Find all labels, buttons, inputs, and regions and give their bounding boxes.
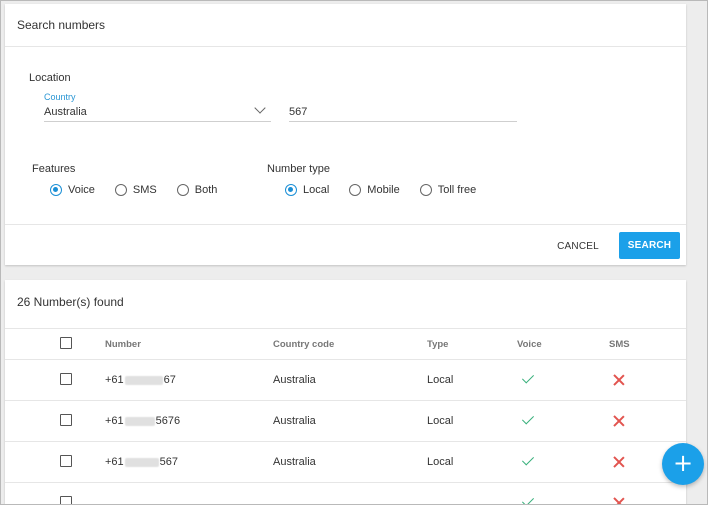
- radio-label: Both: [194, 184, 218, 196]
- results-count: 26 Number(s) found: [17, 295, 124, 309]
- radio-unchecked-icon: [114, 184, 127, 196]
- radio-label: Mobile: [367, 184, 400, 196]
- divider: [5, 328, 686, 329]
- number-cell: +61 5676: [105, 415, 180, 427]
- cross-icon: [613, 456, 625, 468]
- row-checkbox[interactable]: [60, 455, 72, 467]
- country-field-label: Country: [44, 92, 76, 102]
- redacted-digits: [124, 375, 163, 385]
- search-button[interactable]: SEARCH: [619, 232, 680, 259]
- number-contains-value: 567: [289, 106, 308, 118]
- location-label: Location: [29, 72, 71, 84]
- radio-label: Voice: [68, 184, 95, 196]
- check-icon: [521, 494, 535, 504]
- type-cell: Local: [427, 456, 454, 468]
- number-suffix: 5676: [155, 415, 181, 427]
- check-icon: [521, 371, 535, 384]
- country-underline: [44, 121, 271, 122]
- radio-label: SMS: [132, 184, 157, 196]
- table-row[interactable]: +61 67 Australia Local: [5, 359, 686, 400]
- input-underline: [289, 121, 517, 122]
- column-header-type[interactable]: Type: [427, 339, 448, 350]
- type-cell: Local: [427, 415, 454, 427]
- number-prefix: +61: [105, 415, 124, 427]
- divider: [5, 224, 686, 225]
- type-local-radio[interactable]: Local: [285, 184, 329, 196]
- divider: [5, 46, 686, 47]
- number-prefix: +61: [105, 374, 124, 386]
- chevron-down-icon: [254, 102, 266, 114]
- table-row[interactable]: +61 567 Australia Local: [5, 441, 686, 482]
- radio-checked-icon: [50, 184, 62, 196]
- results-panel: 26 Number(s) found Number Country code T…: [5, 280, 686, 504]
- column-header-number[interactable]: Number: [105, 339, 141, 350]
- cross-icon: [613, 497, 625, 504]
- radio-checked-icon: [285, 184, 297, 196]
- number-cell: +61 67: [105, 374, 176, 386]
- redacted-digits: [124, 416, 155, 426]
- search-panel: Search numbers Location Country Australi…: [5, 4, 686, 265]
- table-row[interactable]: [5, 482, 686, 504]
- select-all-checkbox[interactable]: [60, 337, 72, 349]
- check-icon: [521, 453, 535, 466]
- country-value: Australia: [44, 106, 87, 118]
- cross-icon: [613, 415, 625, 427]
- number-type-label: Number type: [267, 163, 330, 175]
- feature-voice-radio[interactable]: Voice: [50, 184, 95, 196]
- radio-unchecked-icon: [419, 184, 432, 196]
- type-mobile-radio[interactable]: Mobile: [349, 184, 400, 196]
- row-checkbox[interactable]: [60, 414, 72, 426]
- radio-label: Toll free: [437, 184, 477, 196]
- type-cell: Local: [427, 374, 454, 386]
- column-header-voice[interactable]: Voice: [517, 339, 542, 350]
- column-header-country-code[interactable]: Country code: [273, 339, 334, 350]
- features-label: Features: [32, 163, 76, 175]
- feature-sms-radio[interactable]: SMS: [114, 184, 157, 196]
- cross-icon: [613, 374, 625, 386]
- add-number-button[interactable]: +: [662, 443, 704, 485]
- column-header-sms[interactable]: SMS: [609, 339, 630, 350]
- cancel-button[interactable]: CANCEL: [553, 233, 603, 259]
- feature-both-radio[interactable]: Both: [176, 184, 218, 196]
- redacted-digits: [124, 457, 159, 467]
- type-toll-free-radio[interactable]: Toll free: [419, 184, 477, 196]
- number-suffix: 567: [159, 456, 179, 468]
- number-cell: +61 567: [105, 456, 178, 468]
- country-cell: Australia: [273, 456, 316, 468]
- radio-unchecked-icon: [349, 184, 362, 196]
- row-checkbox[interactable]: [60, 373, 72, 385]
- number-type-radio-group: Local Mobile Toll free: [285, 184, 496, 196]
- number-contains-input[interactable]: 567: [289, 100, 517, 122]
- country-select[interactable]: Country Australia: [44, 90, 271, 122]
- number-prefix: +61: [105, 456, 124, 468]
- country-cell: Australia: [273, 374, 316, 386]
- number-suffix: 67: [163, 374, 176, 386]
- row-checkbox[interactable]: [60, 496, 72, 504]
- app-window: Search numbers Location Country Australi…: [0, 0, 708, 505]
- check-icon: [521, 412, 535, 425]
- features-radio-group: Voice SMS Both: [50, 184, 237, 196]
- panel-title: Search numbers: [17, 18, 106, 32]
- country-cell: Australia: [273, 415, 316, 427]
- radio-unchecked-icon: [176, 184, 189, 196]
- table-row[interactable]: +61 5676 Australia Local: [5, 400, 686, 441]
- radio-label: Local: [303, 184, 330, 196]
